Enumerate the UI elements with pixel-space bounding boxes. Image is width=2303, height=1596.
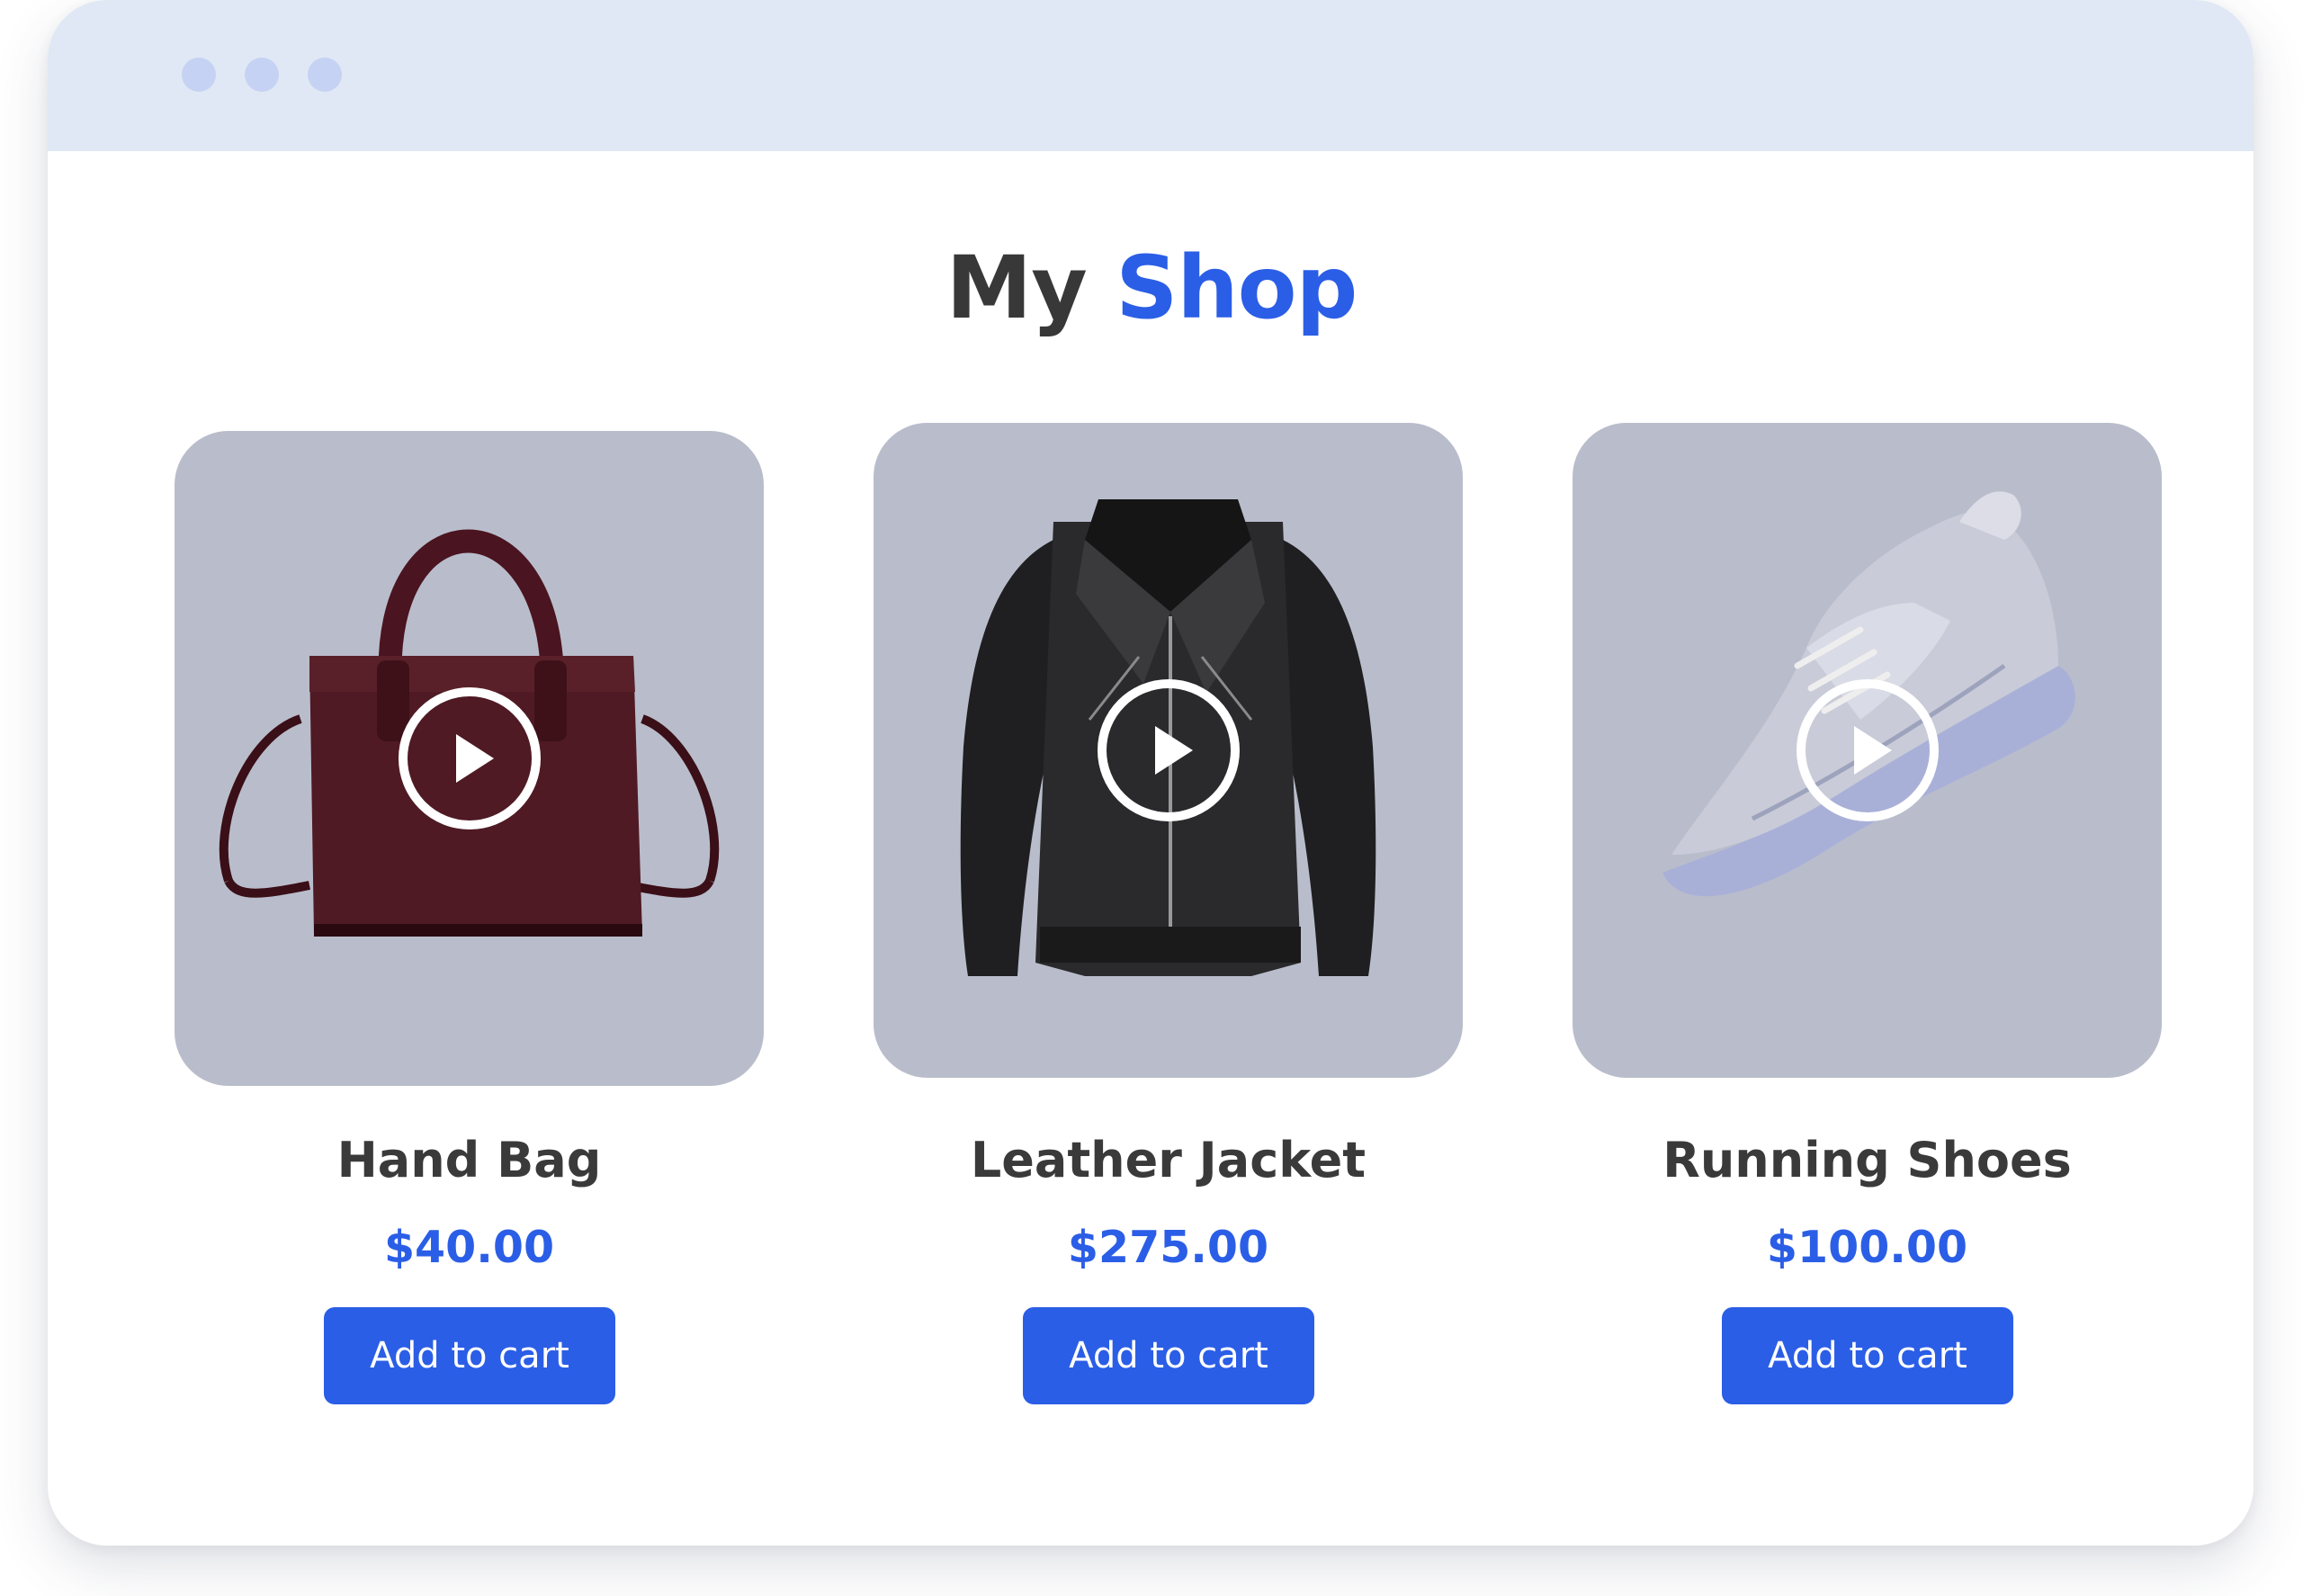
page-title: My Shop bbox=[0, 229, 2303, 346]
product-price: $275.00 bbox=[1067, 1222, 1269, 1273]
product-media-handbag[interactable] bbox=[175, 431, 764, 1086]
product-name: Running Shoes bbox=[1662, 1132, 2072, 1188]
product-price: $40.00 bbox=[383, 1222, 555, 1273]
play-icon[interactable] bbox=[1796, 679, 1939, 821]
product-name: Hand Bag bbox=[336, 1132, 602, 1188]
window-titlebar bbox=[48, 0, 2254, 151]
add-to-cart-button[interactable]: Add to cart bbox=[1023, 1307, 1314, 1404]
page-title-accent: Shop bbox=[1116, 238, 1358, 338]
product-media-sneaker[interactable] bbox=[1573, 423, 2162, 1078]
add-to-cart-button[interactable]: Add to cart bbox=[324, 1307, 615, 1404]
product-price: $100.00 bbox=[1766, 1222, 1968, 1273]
play-icon[interactable] bbox=[1097, 679, 1240, 821]
add-to-cart-button[interactable]: Add to cart bbox=[1722, 1307, 2013, 1404]
page-title-main: My bbox=[945, 238, 1088, 338]
window-dot-maximize-icon[interactable] bbox=[308, 58, 342, 92]
play-icon[interactable] bbox=[398, 687, 541, 829]
window-dot-close-icon[interactable] bbox=[182, 58, 216, 92]
product-media-jacket[interactable] bbox=[874, 423, 1463, 1078]
window-dot-minimize-icon[interactable] bbox=[245, 58, 279, 92]
product-name: Leather Jacket bbox=[970, 1132, 1367, 1188]
